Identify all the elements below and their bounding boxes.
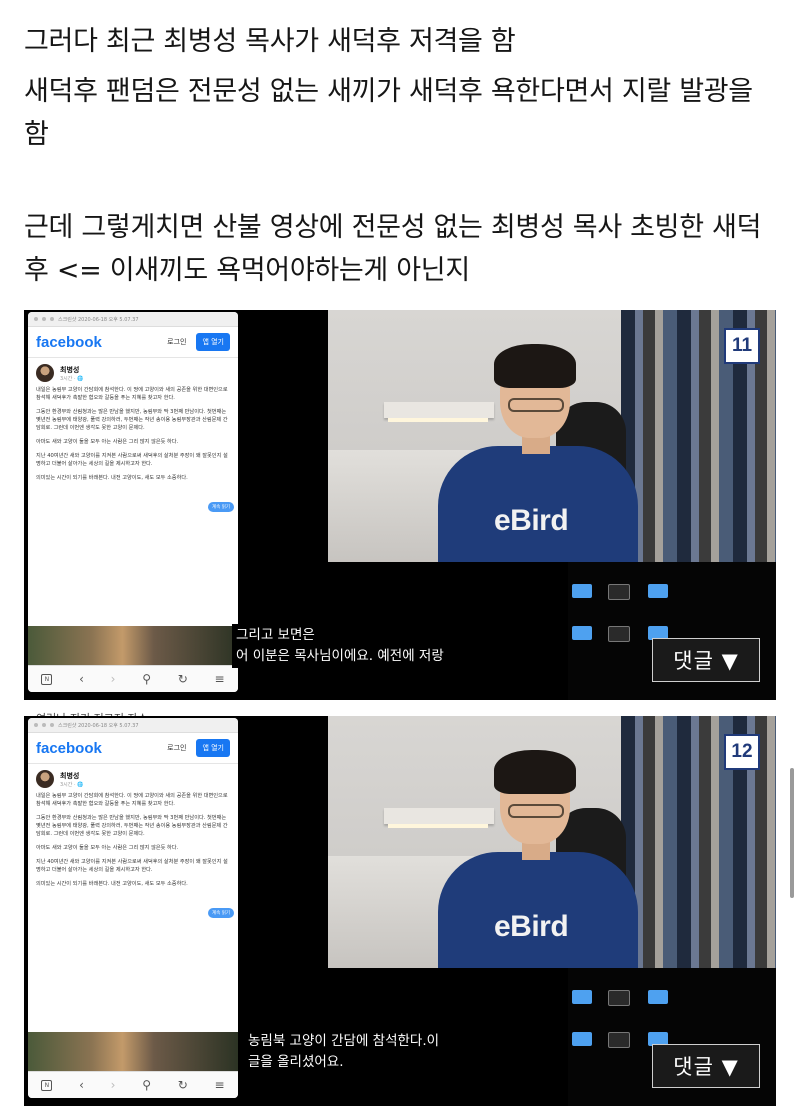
browser-bar-title: 스크린샷 2020-06-18 오후 5.07.37 bbox=[58, 722, 139, 729]
post-paragraph: 의미있는 시간이 되기를 바래본다. 내전 고양이도, 새도 모두 소중하다. bbox=[36, 475, 188, 481]
post-paragraph: 지난 40여년간 새와 고양이를 지켜본 사람으로써 새덕후의 살처분 주장이 … bbox=[36, 453, 228, 467]
post-paragraph: 그동안 환경부와 산림청과는 많은 만남을 했지만, 농림부와 딱 3번째 만남… bbox=[36, 815, 228, 837]
avatar bbox=[36, 770, 54, 788]
facebook-header: facebook 로그인 앱 열기 bbox=[28, 327, 238, 358]
video-screenshot-12: 스크린샷 2020-06-18 오후 5.07.37 facebook 로그인 … bbox=[24, 716, 776, 1106]
subtitle: 농림북 고양이 간담에 참석한다.이 글을 올리셨어요. bbox=[244, 1030, 444, 1074]
n-icon[interactable]: N bbox=[41, 673, 53, 685]
video-screenshot-11: 스크린샷 2020-06-18 오후 5.07.37 facebook 로그인 … bbox=[24, 310, 776, 700]
post-paragraph: 지난 40여년간 새와 고양이를 지켜본 사람으로써 새덕후의 살처분 주장이 … bbox=[36, 859, 228, 873]
facebook-login-link[interactable]: 로그인 bbox=[167, 743, 186, 753]
speaker: eBird bbox=[438, 746, 638, 968]
subtitle-line: 그리고 보면은 bbox=[236, 627, 315, 643]
menu-icon[interactable]: ≡ bbox=[215, 672, 225, 686]
browser-bar: 스크린샷 2020-06-18 오후 5.07.37 bbox=[28, 718, 238, 733]
browser-bar: 스크린샷 2020-06-18 오후 5.07.37 bbox=[28, 312, 238, 327]
author-meta: 3시간 · 🌐 bbox=[60, 375, 84, 382]
post-paragraph: 의미있는 시간이 되기를 바래본다. 내전 고양이도, 새도 모두 소중하다. bbox=[36, 881, 188, 887]
back-icon[interactable]: ‹ bbox=[79, 1078, 84, 1092]
post-body: 내일은 농림부 고양이 간담회에 참석한다. 이 땅에 고양이와 새의 공존을 … bbox=[28, 790, 238, 896]
refresh-icon[interactable]: ↻ bbox=[178, 672, 188, 686]
comment-button[interactable]: 댓글 ▼ bbox=[652, 638, 760, 682]
post-paragraph: 아마도 새와 고양이 둘을 모두 아는 사람은 그리 많지 않은듯 하다. bbox=[36, 845, 179, 851]
post-paragraph: 그동안 환경부와 산림청과는 많은 만남을 했지만, 농림부와 딱 3번째 만남… bbox=[36, 409, 228, 431]
subtitle-line: 글을 올리셨어요. bbox=[248, 1054, 344, 1070]
clip-number-badge: 12 bbox=[724, 734, 760, 770]
subtitle: 그리고 보면은 어 이분은 목사님이에요. 예전에 저랑 bbox=[232, 624, 448, 668]
menu-icon[interactable]: ≡ bbox=[215, 1078, 225, 1092]
refresh-icon[interactable]: ↻ bbox=[178, 1078, 188, 1092]
phone-facebook-panel: 스크린샷 2020-06-18 오후 5.07.37 facebook 로그인 … bbox=[28, 312, 238, 692]
shirt-logo: eBird bbox=[494, 504, 569, 537]
facebook-header: facebook 로그인 앱 열기 bbox=[28, 733, 238, 764]
read-more-chip[interactable]: 계속 읽기 bbox=[208, 908, 234, 918]
clip-number-badge: 11 bbox=[724, 328, 760, 364]
paragraph-2: 새덕후 팬덤은 전문성 없는 새끼가 새덕후 욕한다면서 지랄 발광을 함 bbox=[24, 76, 753, 150]
facebook-open-app-button[interactable]: 앱 열기 bbox=[196, 333, 230, 351]
browser-bar-title: 스크린샷 2020-06-18 오후 5.07.37 bbox=[58, 316, 139, 323]
post-body: 내일은 농림부 고양이 간담회에 참석한다. 이 땅에 고양이와 새의 공존을 … bbox=[28, 384, 238, 490]
search-icon[interactable]: ⚲ bbox=[142, 1078, 151, 1092]
post-paragraph: 내일은 농림부 고양이 간담회에 참석한다. 이 땅에 고양이와 새의 공존을 … bbox=[36, 793, 228, 807]
forward-icon[interactable]: › bbox=[111, 672, 116, 686]
comment-button[interactable]: 댓글 ▼ bbox=[652, 1044, 760, 1088]
speaker: eBird bbox=[438, 340, 638, 562]
facebook-logo: facebook bbox=[36, 739, 102, 757]
search-icon[interactable]: ⚲ bbox=[142, 672, 151, 686]
back-icon[interactable]: ‹ bbox=[79, 672, 84, 686]
paragraph-1: 그러다 최근 최병성 목사가 새덕후 저격을 함 bbox=[24, 26, 516, 57]
page-scrollbar[interactable] bbox=[790, 768, 794, 898]
phone-nav-bar: N ‹ › ⚲ ↻ ≡ bbox=[28, 665, 238, 692]
subtitle-line: 어 이분은 목사님이에요. 예전에 저랑 bbox=[236, 648, 444, 664]
shirt-logo: eBird bbox=[494, 910, 569, 943]
post-author: 최병성 3시간 · 🌐 bbox=[28, 358, 238, 384]
video-frame: eBird bbox=[328, 310, 776, 562]
post-photo bbox=[28, 1032, 238, 1072]
read-more-chip[interactable]: 계속 읽기 bbox=[208, 502, 234, 512]
post-author: 최병성 3시간 · 🌐 bbox=[28, 764, 238, 790]
facebook-login-link[interactable]: 로그인 bbox=[167, 337, 186, 347]
author-meta: 3시간 · 🌐 bbox=[60, 781, 84, 788]
author-name: 최병성 bbox=[60, 771, 80, 780]
facebook-open-app-button[interactable]: 앱 열기 bbox=[196, 739, 230, 757]
post-photo bbox=[28, 626, 238, 666]
forward-icon[interactable]: › bbox=[111, 1078, 116, 1092]
phone-facebook-panel: 스크린샷 2020-06-18 오후 5.07.37 facebook 로그인 … bbox=[28, 718, 238, 1098]
video-frame: eBird bbox=[328, 716, 776, 968]
paragraph-3: 근데 그렇게치면 산불 영상에 전문성 없는 최병성 목사 초빙한 새덕후 <=… bbox=[24, 212, 762, 286]
n-icon[interactable]: N bbox=[41, 1079, 53, 1091]
subtitle-line: 농림북 고양이 간담에 참석한다.이 bbox=[248, 1033, 440, 1049]
facebook-logo: facebook bbox=[36, 333, 102, 351]
post-paragraph: 내일은 농림부 고양이 간담회에 참석한다. 이 땅에 고양이와 새의 공존을 … bbox=[36, 387, 228, 401]
post-paragraph: 아마도 새와 고양이 둘을 모두 아는 사람은 그리 많지 않은듯 하다. bbox=[36, 439, 179, 445]
avatar bbox=[36, 364, 54, 382]
phone-nav-bar: N ‹ › ⚲ ↻ ≡ bbox=[28, 1071, 238, 1098]
author-name: 최병성 bbox=[60, 365, 80, 374]
